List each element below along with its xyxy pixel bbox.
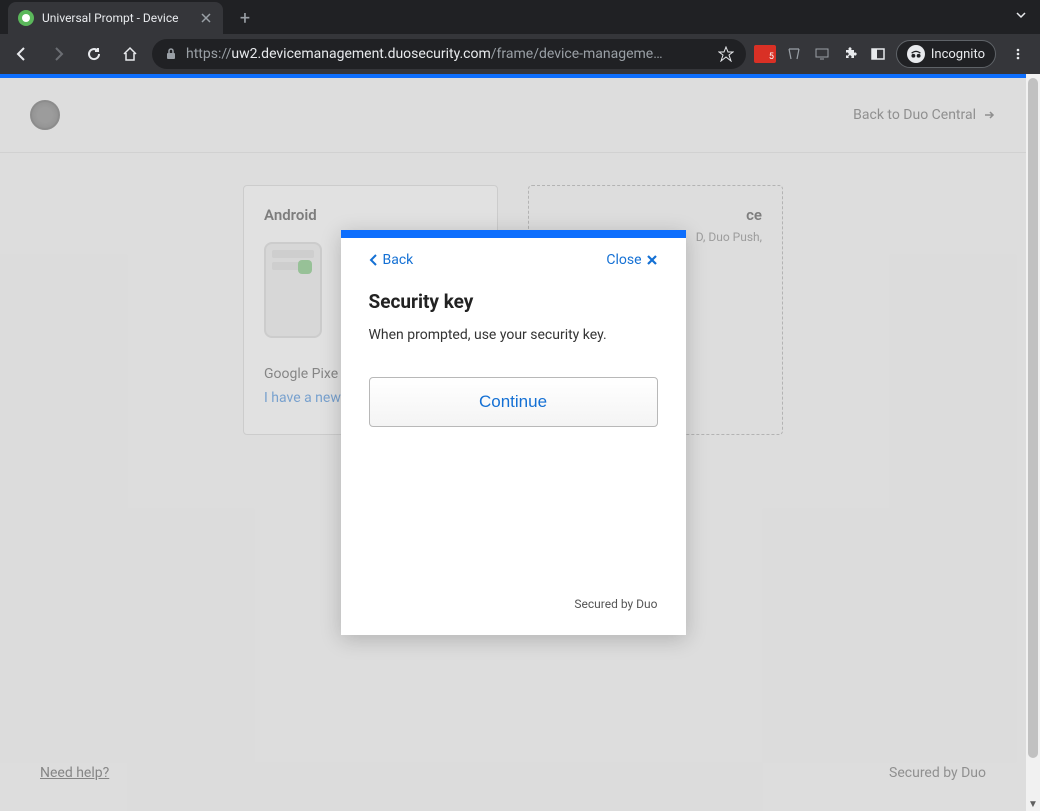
toolbar-right: 5 Incognito (754, 40, 1032, 68)
chevron-left-icon (369, 254, 379, 266)
modal-title: Security key (369, 290, 658, 313)
modal-header: Back Close (341, 238, 686, 268)
puzzle-icon[interactable] (840, 44, 860, 64)
url-prefix: https:// (186, 46, 231, 62)
scrollbar-thumb[interactable] (1028, 78, 1038, 758)
continue-button[interactable]: Continue (369, 377, 658, 427)
url-host: uw2.devicemanagement.duosecurity.com (231, 46, 490, 62)
extension-icon[interactable]: 5 (754, 45, 776, 63)
panel-icon[interactable] (868, 44, 888, 64)
modal-overlay: Back Close Security key When prompted, u… (0, 78, 1026, 811)
favicon-icon (18, 10, 34, 26)
url-path: /frame/device-manageme… (491, 46, 663, 62)
tab-title: Universal Prompt - Device (42, 11, 191, 25)
extension-badge: 5 (769, 52, 774, 62)
modal-close-label: Close (606, 252, 641, 268)
modal-body: Security key When prompted, use your sec… (341, 268, 686, 437)
tab-bar: Universal Prompt - Device + (0, 0, 1040, 34)
home-button[interactable] (116, 40, 144, 68)
incognito-icon (907, 45, 925, 63)
kebab-menu-icon[interactable] (1004, 40, 1032, 68)
security-key-modal: Back Close Security key When prompted, u… (341, 230, 686, 635)
reload-button[interactable] (80, 40, 108, 68)
cast-icon[interactable] (784, 44, 804, 64)
page-content: Back to Duo Central Android Google Pixe … (0, 78, 1026, 811)
star-icon[interactable] (718, 46, 734, 62)
new-tab-button[interactable]: + (231, 4, 259, 32)
tabs-dropdown-icon[interactable] (1014, 8, 1028, 22)
nav-back-button[interactable] (8, 40, 36, 68)
close-icon (646, 254, 658, 266)
modal-back-button[interactable]: Back (369, 252, 414, 268)
browser-toolbar: https://uw2.devicemanagement.duosecurity… (0, 34, 1040, 74)
modal-accent (341, 230, 686, 238)
modal-footer: Secured by Duo (341, 597, 686, 635)
browser-chrome: Universal Prompt - Device + https://uw2. (0, 0, 1040, 74)
url-text: https://uw2.devicemanagement.duosecurity… (186, 46, 710, 62)
incognito-indicator[interactable]: Incognito (896, 40, 996, 68)
modal-text: When prompted, use your security key. (369, 327, 658, 343)
close-icon[interactable] (199, 11, 213, 25)
address-bar[interactable]: https://uw2.devicemanagement.duosecurity… (152, 39, 746, 69)
display-icon[interactable] (812, 44, 832, 64)
modal-close-button[interactable]: Close (606, 252, 657, 268)
scroll-down-icon[interactable]: ▼ (1026, 797, 1040, 811)
lock-icon (164, 47, 178, 61)
incognito-label: Incognito (931, 47, 985, 62)
viewport: Back to Duo Central Android Google Pixe … (0, 74, 1040, 811)
browser-tab[interactable]: Universal Prompt - Device (8, 2, 223, 34)
modal-back-label: Back (383, 252, 414, 268)
scrollbar[interactable]: ▲ ▼ (1026, 74, 1040, 811)
nav-forward-button[interactable] (44, 40, 72, 68)
